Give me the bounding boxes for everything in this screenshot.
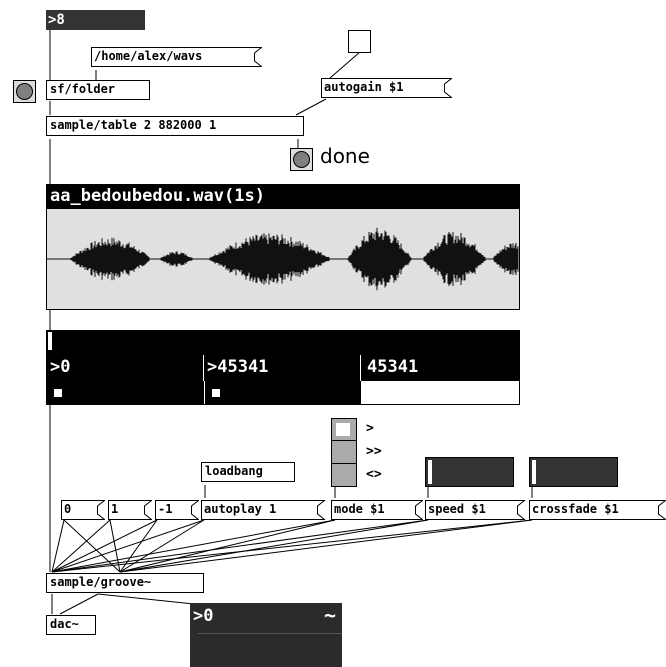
- sample-table-text: sample/table 2 882000 1: [50, 118, 217, 132]
- signal-number-value: >0: [193, 606, 214, 626]
- sample-groove-text: sample/groove~: [50, 575, 152, 589]
- bang-icon: [16, 83, 33, 100]
- done-label: done: [320, 144, 370, 168]
- crossfade-slider[interactable]: [529, 457, 618, 487]
- waveform-title-bar: aa_bedoubedou.wav(1s): [47, 185, 519, 209]
- position-row-top: >0 >45341 45341: [47, 355, 519, 381]
- dac-object[interactable]: dac~: [46, 615, 96, 635]
- message-autoplay-text: autoplay 1: [204, 502, 277, 516]
- waveform-array[interactable]: aa_bedoubedou.wav(1s): [46, 184, 520, 310]
- message-speed[interactable]: speed $1: [425, 500, 525, 520]
- mode-radio-cell-1[interactable]: [332, 442, 356, 464]
- message-autoplay[interactable]: autoplay 1: [201, 500, 325, 520]
- dac-text: dac~: [50, 617, 79, 631]
- position-cell-length: 45341: [361, 355, 519, 381]
- crossfade-slider-knob: [532, 460, 536, 484]
- end-slider-knob: [212, 389, 220, 397]
- mode-radio-cell-0[interactable]: [332, 419, 356, 441]
- message-speed-text: speed $1: [428, 502, 486, 516]
- message-crossfade[interactable]: crossfade $1: [529, 500, 666, 520]
- mode-label-forward: >: [366, 421, 374, 436]
- position-cell-end-value: >45341: [207, 357, 269, 377]
- mode-label-fast: >>: [366, 444, 382, 459]
- position-row-bottom-mid[interactable]: [204, 381, 361, 404]
- message-zero-text: 0: [64, 502, 72, 516]
- done-bang[interactable]: [290, 148, 313, 171]
- position-cell-end[interactable]: >45341: [204, 355, 361, 381]
- speed-slider[interactable]: [425, 457, 514, 487]
- mode-label-pingpong: <>: [366, 467, 382, 482]
- autogain-toggle[interactable]: [348, 30, 371, 53]
- sf-folder-object[interactable]: sf/folder: [46, 80, 150, 100]
- signal-number-divider: [198, 633, 342, 634]
- position-display: >0 >45341 45341: [46, 354, 520, 405]
- loadbang-object[interactable]: loadbang: [201, 462, 295, 482]
- folder-bang[interactable]: [13, 80, 36, 103]
- mode-radio[interactable]: [331, 418, 357, 487]
- waveform-title: aa_bedoubedou.wav(1s): [50, 186, 265, 206]
- message-one[interactable]: 1: [108, 500, 152, 520]
- loadbang-text: loadbang: [205, 464, 263, 478]
- waveform-trace: [47, 227, 519, 291]
- playhead-marker: [48, 332, 52, 350]
- message-minus-one-text: -1: [158, 502, 173, 516]
- signal-tilde-icon: ~: [323, 603, 336, 627]
- path-message-text: /home/alex/wavs: [94, 49, 203, 63]
- position-cell-length-value: 45341: [367, 357, 419, 377]
- message-minus-one[interactable]: -1: [155, 500, 199, 520]
- message-crossfade-text: crossfade $1: [532, 502, 619, 516]
- sample-groove-object[interactable]: sample/groove~: [46, 573, 204, 593]
- position-row-bottom-left[interactable]: [47, 381, 204, 404]
- message-one-text: 1: [111, 502, 119, 516]
- playhead-bar[interactable]: [46, 330, 520, 354]
- mode-radio-selected: [336, 423, 350, 436]
- message-mode-text: mode $1: [334, 502, 385, 516]
- message-zero[interactable]: 0: [61, 500, 105, 520]
- top-number-box[interactable]: >8: [46, 10, 145, 30]
- start-slider-knob: [54, 389, 62, 397]
- signal-number-box[interactable]: >0 ~: [190, 603, 342, 667]
- waveform-plot: [47, 227, 519, 291]
- top-number-value: >8: [48, 12, 65, 28]
- path-message[interactable]: /home/alex/wavs: [91, 47, 262, 67]
- speed-slider-knob: [428, 460, 432, 484]
- message-mode[interactable]: mode $1: [331, 500, 423, 520]
- autogain-message-text: autogain $1: [324, 80, 404, 94]
- position-cell-start-value: >0: [50, 357, 71, 377]
- mode-radio-cell-2[interactable]: [332, 465, 356, 486]
- autogain-message[interactable]: autogain $1: [321, 78, 452, 98]
- sf-folder-text: sf/folder: [50, 82, 116, 96]
- position-cell-start[interactable]: >0: [47, 355, 204, 381]
- sample-table-object[interactable]: sample/table 2 882000 1: [46, 116, 304, 136]
- bang-icon: [293, 151, 310, 168]
